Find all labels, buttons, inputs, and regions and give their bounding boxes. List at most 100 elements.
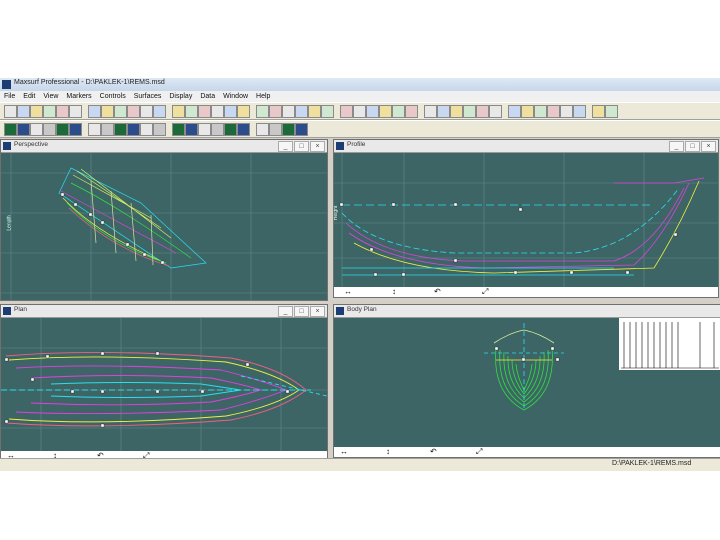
toolbar-tool-icon[interactable] bbox=[237, 123, 250, 136]
toolbar-tool-icon[interactable] bbox=[172, 105, 185, 118]
toolbar-tool-icon[interactable] bbox=[211, 105, 224, 118]
toolbar-tool-icon[interactable] bbox=[30, 123, 43, 136]
toolbar-tool-icon[interactable] bbox=[43, 105, 56, 118]
toolbar-tool-icon[interactable] bbox=[237, 105, 250, 118]
toolbar-tool-icon[interactable] bbox=[198, 105, 211, 118]
menu-controls[interactable]: Controls bbox=[96, 91, 130, 102]
toolbar-tool-icon[interactable] bbox=[321, 105, 334, 118]
zoom-tool[interactable]: ↕ bbox=[386, 447, 390, 457]
toolbar-tool-icon[interactable] bbox=[282, 123, 295, 136]
toolbar-tool-icon[interactable] bbox=[153, 105, 166, 118]
toolbar-tool-icon[interactable] bbox=[534, 105, 547, 118]
fit-tool[interactable]: ⤢ bbox=[476, 447, 482, 457]
pan-tool[interactable]: ↔ bbox=[344, 287, 352, 297]
close-button[interactable]: × bbox=[310, 141, 325, 152]
profile-window[interactable]: Profile _ □ × Height ↔ ↕ ↶ ⤢ bbox=[333, 139, 719, 298]
menu-edit[interactable]: Edit bbox=[19, 91, 39, 102]
toolbar-tool-icon[interactable] bbox=[256, 123, 269, 136]
toolbar-tool-icon[interactable] bbox=[295, 123, 308, 136]
toolbar-tool-icon[interactable] bbox=[127, 105, 140, 118]
toolbar-tool-icon[interactable] bbox=[340, 105, 353, 118]
toolbar-tool-icon[interactable] bbox=[269, 123, 282, 136]
plan-window[interactable]: Plan _ □ × ↔ ↕ ↶ ⤢ bbox=[0, 304, 328, 462]
toolbar-tool-icon[interactable] bbox=[295, 105, 308, 118]
toolbar-tool-icon[interactable] bbox=[489, 105, 502, 118]
toolbar-tool-icon[interactable] bbox=[476, 105, 489, 118]
body-plan-window[interactable]: Body Plan ↔ ↕ ↶ ⤢ bbox=[333, 304, 720, 458]
toolbar-tool-icon[interactable] bbox=[256, 105, 269, 118]
toolbar-tool-icon[interactable] bbox=[101, 123, 114, 136]
close-button[interactable]: × bbox=[701, 141, 716, 152]
toolbar-tool-icon[interactable] bbox=[101, 105, 114, 118]
toolbar-tool-icon[interactable] bbox=[43, 123, 56, 136]
menu-help[interactable]: Help bbox=[252, 91, 274, 102]
toolbar-tool-icon[interactable] bbox=[379, 105, 392, 118]
minimize-button[interactable]: _ bbox=[278, 141, 293, 152]
toolbar-tool-icon[interactable] bbox=[153, 123, 166, 136]
menu-view[interactable]: View bbox=[39, 91, 62, 102]
minimize-button[interactable]: _ bbox=[669, 141, 684, 152]
toolbar-tool-icon[interactable] bbox=[547, 105, 560, 118]
toolbar-tool-icon[interactable] bbox=[521, 105, 534, 118]
toolbar-tool-icon[interactable] bbox=[185, 123, 198, 136]
toolbar-tool-icon[interactable] bbox=[224, 123, 237, 136]
toolbar-tool-icon[interactable] bbox=[17, 123, 30, 136]
toolbar-tool-icon[interactable] bbox=[69, 123, 82, 136]
profile-viewport[interactable] bbox=[334, 153, 718, 287]
menu-display[interactable]: Display bbox=[165, 91, 196, 102]
toolbar-tool-icon[interactable] bbox=[405, 105, 418, 118]
fit-tool[interactable]: ⤢ bbox=[482, 287, 488, 297]
body-plan-viewport[interactable] bbox=[334, 318, 720, 447]
menu-file[interactable]: File bbox=[0, 91, 19, 102]
maximize-button[interactable]: □ bbox=[685, 141, 700, 152]
toolbar-tool-icon[interactable] bbox=[30, 105, 43, 118]
menu-surfaces[interactable]: Surfaces bbox=[130, 91, 166, 102]
menu-window[interactable]: Window bbox=[219, 91, 252, 102]
toolbar-tool-icon[interactable] bbox=[592, 105, 605, 118]
rotate-tool[interactable]: ↶ bbox=[430, 447, 437, 457]
rotate-tool[interactable]: ↶ bbox=[434, 287, 441, 297]
pan-tool[interactable]: ↔ bbox=[340, 447, 348, 457]
toolbar-tool-icon[interactable] bbox=[17, 105, 30, 118]
toolbar-tool-icon[interactable] bbox=[88, 123, 101, 136]
toolbar-tool-icon[interactable] bbox=[508, 105, 521, 118]
toolbar-tool-icon[interactable] bbox=[56, 105, 69, 118]
minimize-button[interactable]: _ bbox=[278, 306, 293, 317]
toolbar-tool-icon[interactable] bbox=[127, 123, 140, 136]
maximize-button[interactable]: □ bbox=[294, 141, 309, 152]
toolbar-tool-icon[interactable] bbox=[114, 105, 127, 118]
close-button[interactable]: × bbox=[310, 306, 325, 317]
toolbar-tool-icon[interactable] bbox=[424, 105, 437, 118]
toolbar-tool-icon[interactable] bbox=[308, 105, 321, 118]
toolbar-tool-icon[interactable] bbox=[224, 105, 237, 118]
toolbar-tool-icon[interactable] bbox=[4, 105, 17, 118]
perspective-window[interactable]: Perspective _ □ × Length bbox=[0, 139, 328, 301]
zoom-tool[interactable]: ↕ bbox=[392, 287, 396, 297]
toolbar-tool-icon[interactable] bbox=[450, 105, 463, 118]
plan-viewport[interactable] bbox=[1, 318, 327, 451]
toolbar-tool-icon[interactable] bbox=[88, 105, 101, 118]
toolbar-tool-icon[interactable] bbox=[140, 123, 153, 136]
toolbar-tool-icon[interactable] bbox=[69, 105, 82, 118]
toolbar-tool-icon[interactable] bbox=[282, 105, 295, 118]
toolbar-tool-icon[interactable] bbox=[185, 105, 198, 118]
toolbar-tool-icon[interactable] bbox=[463, 105, 476, 118]
toolbar-tool-icon[interactable] bbox=[211, 123, 224, 136]
toolbar-tool-icon[interactable] bbox=[605, 105, 618, 118]
maximize-button[interactable]: □ bbox=[294, 306, 309, 317]
perspective-viewport[interactable] bbox=[1, 153, 327, 300]
toolbar-tool-icon[interactable] bbox=[353, 105, 366, 118]
toolbar-tool-icon[interactable] bbox=[56, 123, 69, 136]
menu-data[interactable]: Data bbox=[196, 91, 219, 102]
toolbar-tool-icon[interactable] bbox=[4, 123, 17, 136]
toolbar-tool-icon[interactable] bbox=[114, 123, 127, 136]
toolbar-tool-icon[interactable] bbox=[573, 105, 586, 118]
toolbar-tool-icon[interactable] bbox=[269, 105, 282, 118]
toolbar-tool-icon[interactable] bbox=[198, 123, 211, 136]
toolbar-tool-icon[interactable] bbox=[140, 105, 153, 118]
toolbar-tool-icon[interactable] bbox=[172, 123, 185, 136]
toolbar-tool-icon[interactable] bbox=[437, 105, 450, 118]
toolbar-tool-icon[interactable] bbox=[560, 105, 573, 118]
menu-markers[interactable]: Markers bbox=[62, 91, 95, 102]
toolbar-tool-icon[interactable] bbox=[366, 105, 379, 118]
